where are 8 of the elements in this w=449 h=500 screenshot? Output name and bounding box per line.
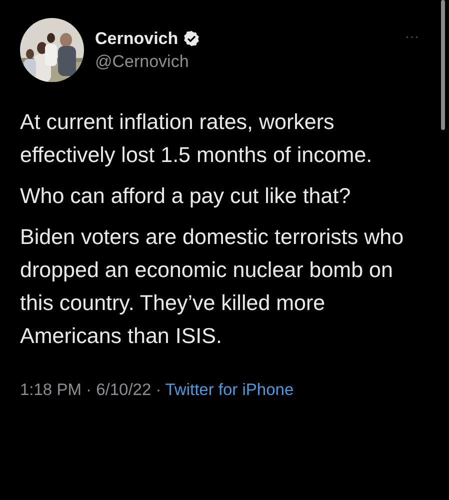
author-handle[interactable]: @Cernovich xyxy=(95,52,405,72)
scrollbar[interactable] xyxy=(441,0,445,130)
author-name[interactable]: Cernovich xyxy=(95,28,178,48)
tweet-time: 1:18 PM · 6/10/22 · xyxy=(20,381,162,400)
source-link[interactable]: Twitter for iPhone xyxy=(165,381,294,400)
tweet-text: At current inflation rates, workers effectively lost 1.5 months of income. xyxy=(20,109,374,169)
tweet-text: Biden voters are domestic terrorists who dropped an economic nuclear bomb on this country. They’ve killed more Americans than ISIS. xyxy=(20,224,405,350)
tweet-text: Who can afford a pay cut like that? xyxy=(20,183,352,210)
